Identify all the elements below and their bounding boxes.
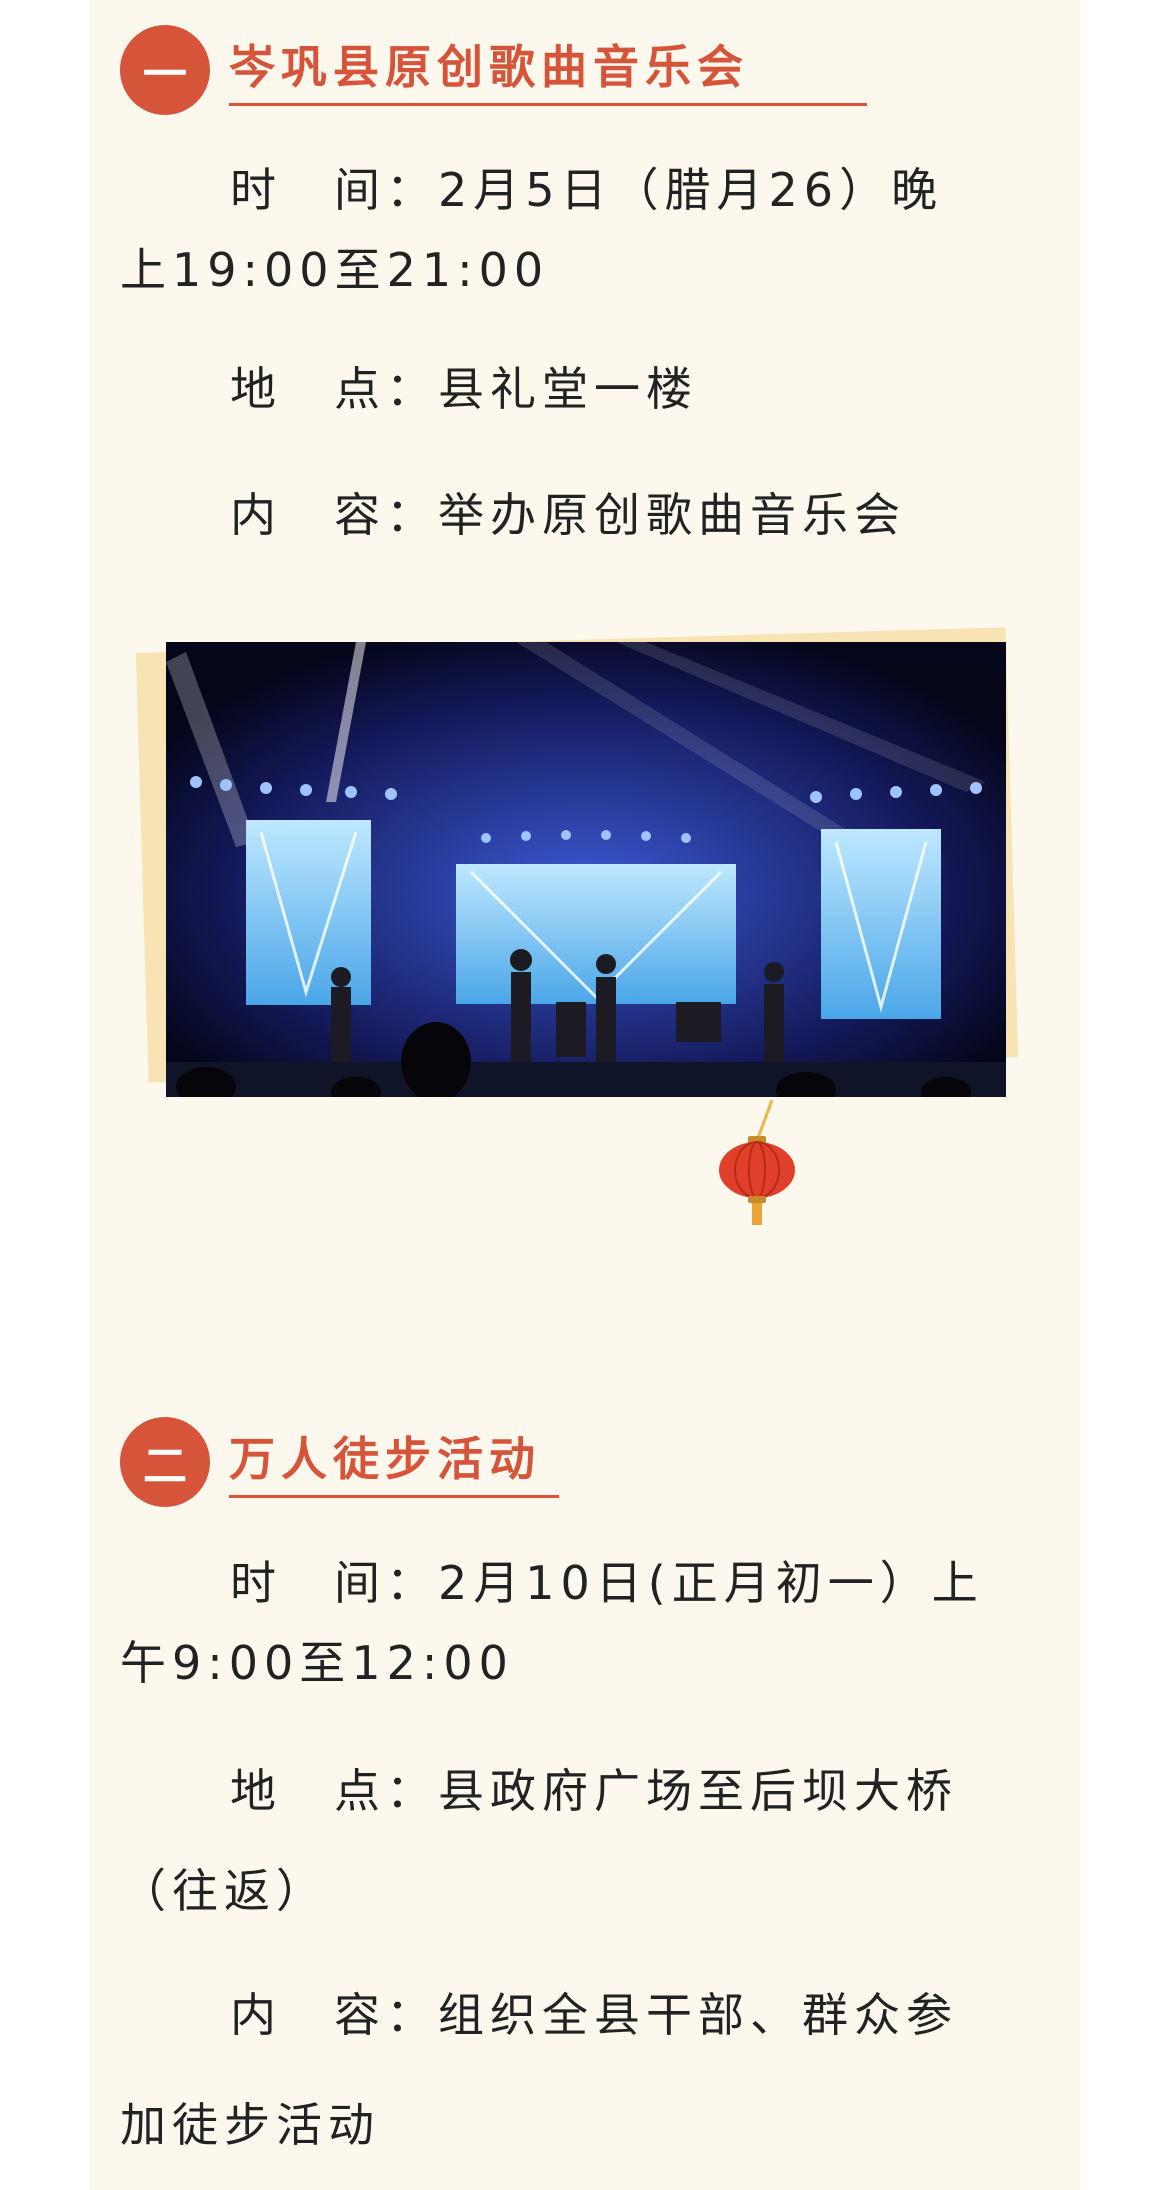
red-lantern-icon <box>710 1099 800 1230</box>
section-1-time-line1: 时 间：2月5日（腊月26）晚 <box>230 163 944 217</box>
concert-stage-photo <box>166 642 1006 1097</box>
section-2-time: 时 间：2月10日(正月初一）上 午9:00至12:00 <box>120 1543 1045 1703</box>
section-1-title: 岑巩县原创歌曲音乐会 <box>229 40 749 94</box>
section-2-place-line1: 地 点：县政府广场至后坝大桥 <box>230 1764 958 1818</box>
section-2-header: 二 万人徒步活动 <box>90 1417 1080 1517</box>
section-1-place-line: 地 点：县礼堂一楼 <box>230 362 698 416</box>
section-2-place: 地 点：县政府广场至后坝大桥 （往返） <box>120 1741 1045 1941</box>
section-2-number-badge: 二 <box>120 1417 210 1507</box>
article-card: 一 岑巩县原创歌曲音乐会 时 间：2月5日（腊月26）晚 上19:00至21:0… <box>90 0 1080 2190</box>
section-1-number-badge: 一 <box>120 25 210 115</box>
section-1-underline <box>229 103 867 106</box>
section-2-title: 万人徒步活动 <box>229 1432 541 1486</box>
section-1-place: 地 点：县礼堂一楼 <box>120 349 1045 429</box>
section-1-header: 一 岑巩县原创歌曲音乐会 <box>90 25 1080 125</box>
section-2-content-line2: 加徒步活动 <box>120 2098 380 2152</box>
concert-photo-frame <box>135 612 1020 1122</box>
section-1-content: 内 容：举办原创歌曲音乐会 <box>120 475 1045 555</box>
section-1-content-line: 内 容：举办原创歌曲音乐会 <box>230 488 906 542</box>
section-2-content: 内 容：组织全县干部、群众参 加徒步活动 <box>120 1960 1045 2180</box>
section-2-time-line2: 午9:00至12:00 <box>120 1636 514 1690</box>
section-2-underline <box>229 1495 559 1498</box>
section-2-place-line2: （往返） <box>120 1864 328 1918</box>
section-1-time-line2: 上19:00至21:00 <box>120 243 550 297</box>
section-2-time-line1: 时 间：2月10日(正月初一）上 <box>230 1556 984 1610</box>
section-1-time: 时 间：2月5日（腊月26）晚 上19:00至21:00 <box>120 150 1045 310</box>
section-2-content-line1: 内 容：组织全县干部、群众参 <box>230 1988 958 2042</box>
